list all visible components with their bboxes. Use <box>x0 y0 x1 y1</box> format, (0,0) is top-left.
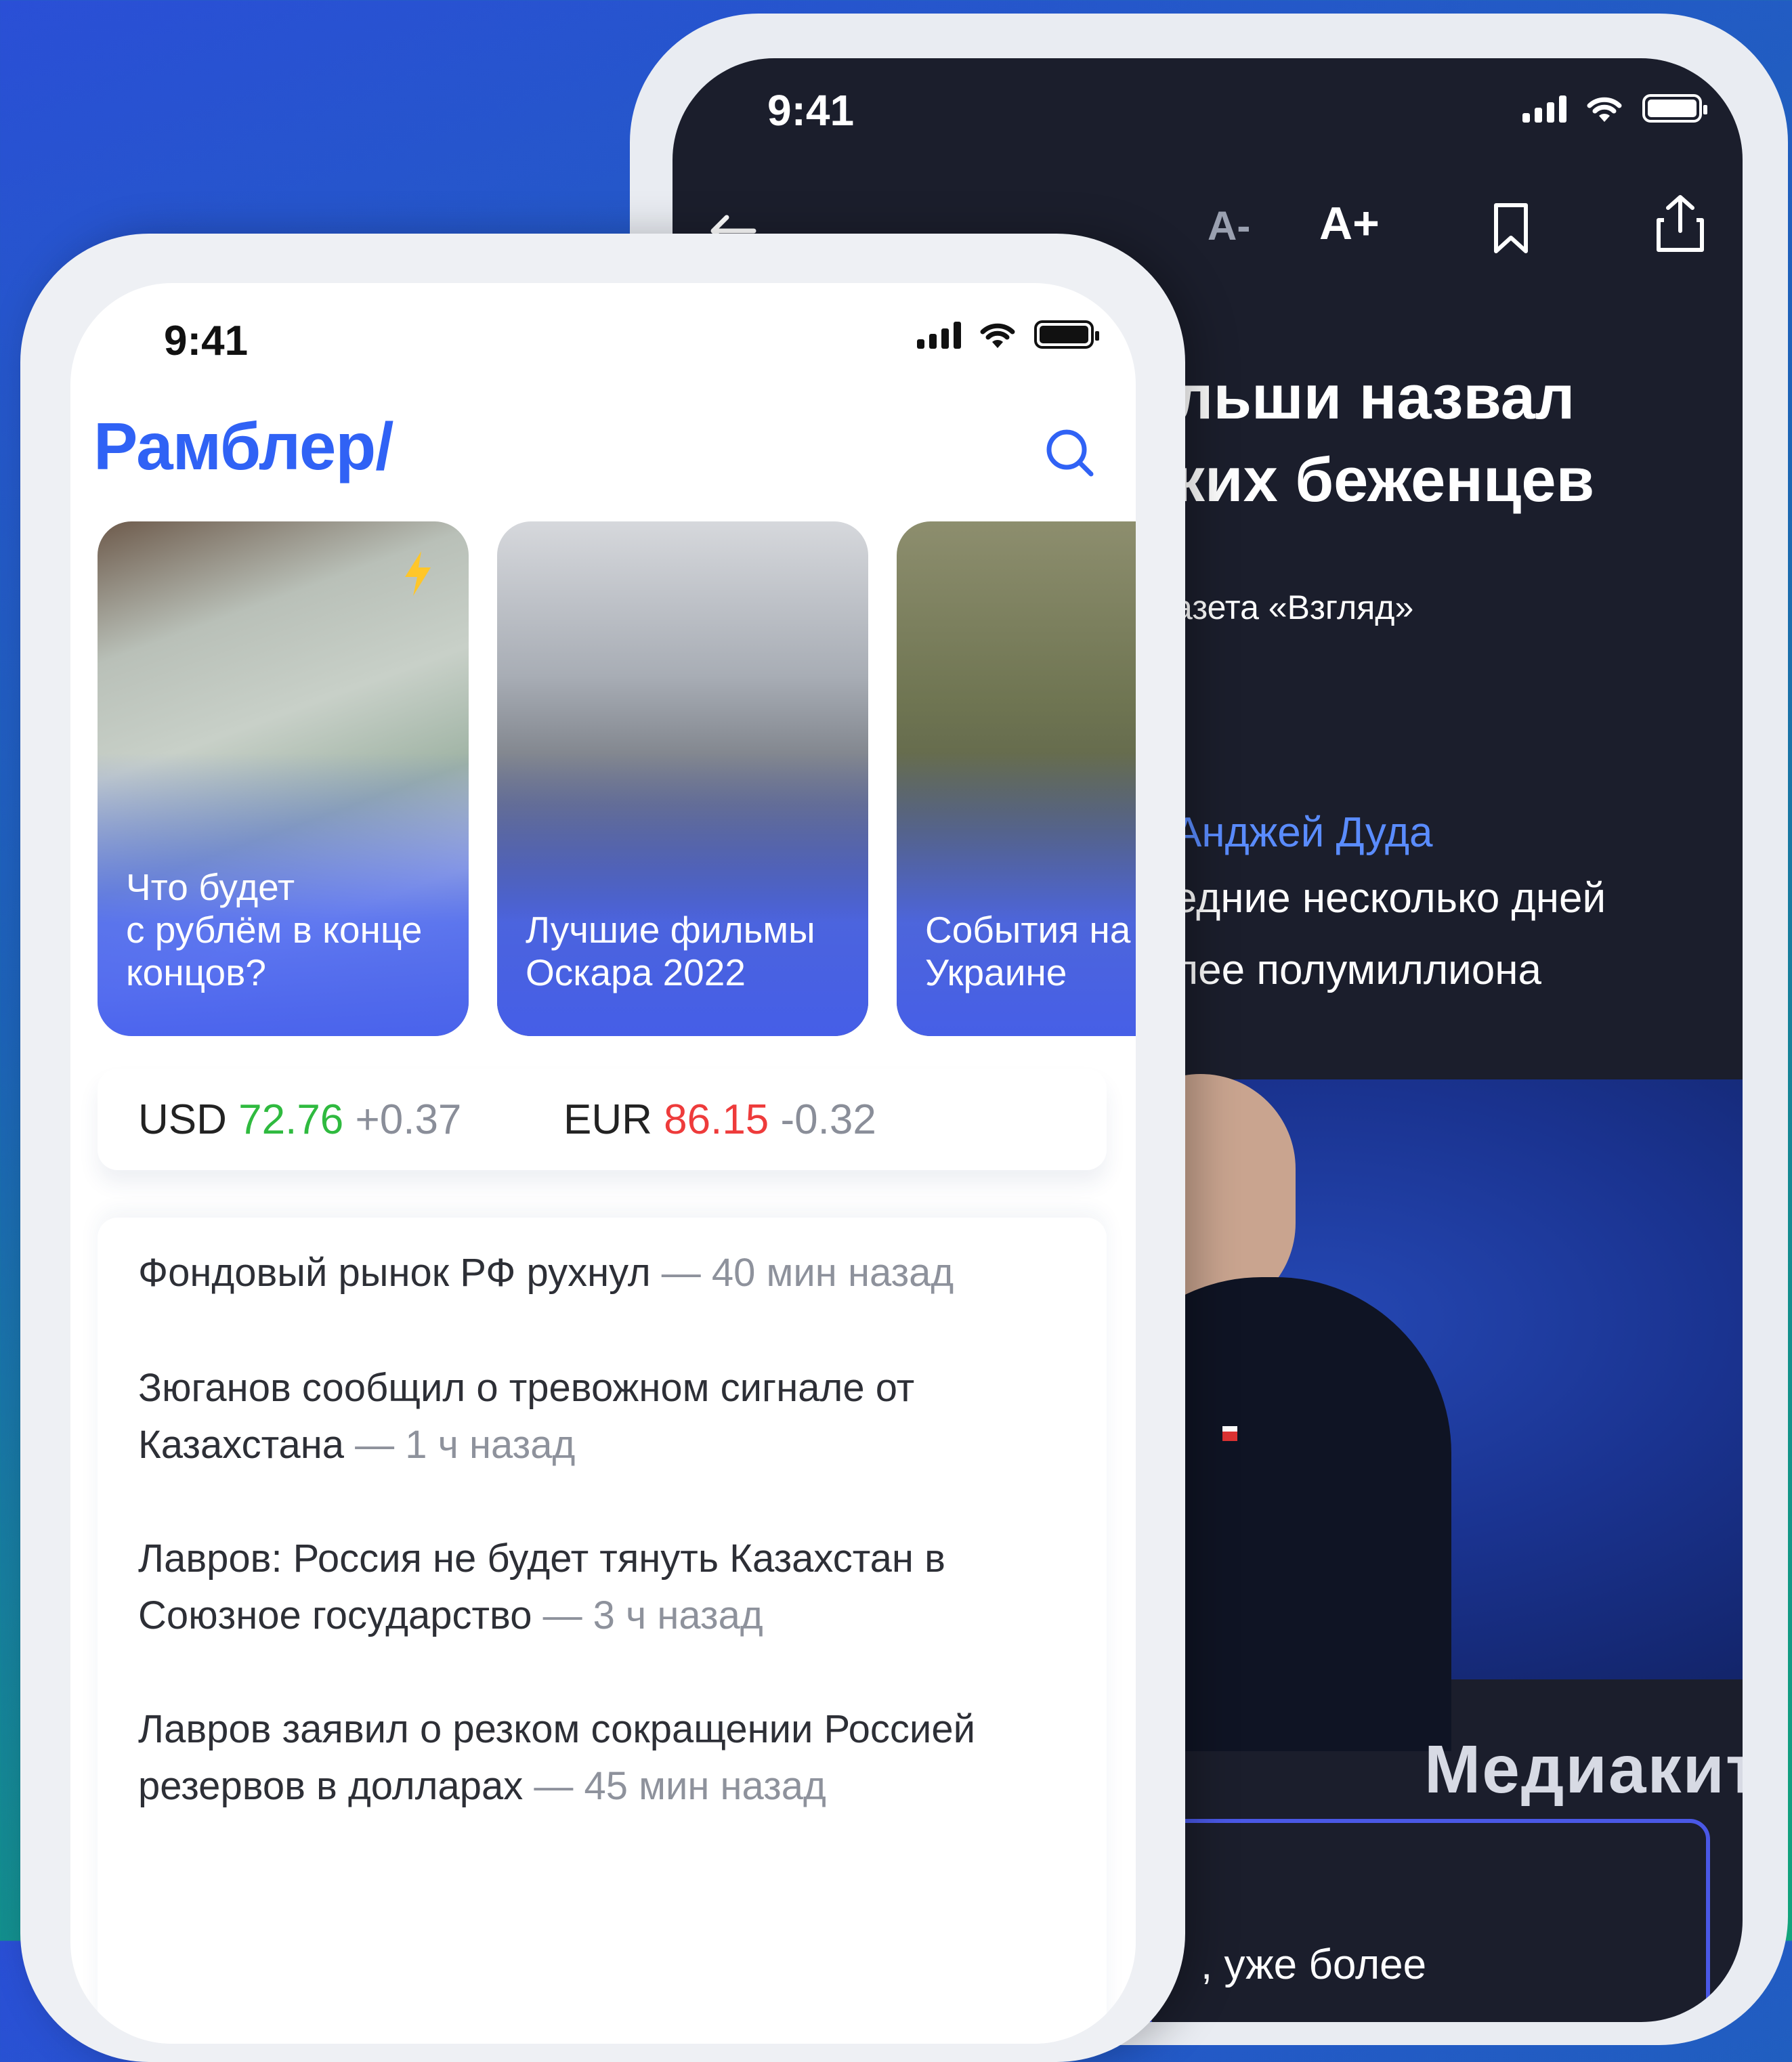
battery-icon <box>1642 94 1707 123</box>
rate-value: 72.76 <box>238 1096 344 1143</box>
rate-eur[interactable]: EUR 86.15 -0.32 <box>563 1096 876 1144</box>
wifi-icon <box>980 323 1015 348</box>
search-icon[interactable] <box>1042 425 1096 479</box>
news-feed-screen: 9:41 Рамблер/ Что будет с рублём в конце… <box>70 283 1136 2044</box>
status-icons <box>1522 93 1707 123</box>
story-caption: События на Украине <box>925 909 1131 993</box>
story-card-oscar[interactable]: Лучшие фильмы Оскара 2022 <box>497 521 868 1036</box>
stories-carousel[interactable]: Что будет с рублём в конце концов? Лучши… <box>98 521 1136 1036</box>
rate-change: -0.32 <box>780 1096 876 1143</box>
article-title: льши назвал ких беженцев <box>1174 363 1595 515</box>
article-source[interactable]: азета «Взгляд» <box>1174 588 1413 627</box>
wifi-icon <box>1587 97 1622 122</box>
article-paragraph: едние несколько дней лее полумиллиона <box>1174 875 1606 993</box>
article-author-link[interactable]: Анджей Дуда <box>1174 809 1433 857</box>
story-card-ukraine[interactable]: События на Украине <box>897 521 1136 1036</box>
article-bottom-text: , уже более <box>1201 1941 1427 1988</box>
flag-pin-icon <box>1222 1426 1237 1441</box>
news-list: Фондовый рынок РФ рухнул — 40 мин назад … <box>98 1218 1107 2044</box>
font-increase-button[interactable]: A+ <box>1319 197 1380 250</box>
lightning-icon <box>405 551 431 596</box>
share-icon[interactable] <box>1655 193 1706 254</box>
rate-value: 86.15 <box>664 1096 769 1143</box>
story-caption: Лучшие фильмы Оскара 2022 <box>526 909 815 993</box>
rate-usd[interactable]: USD 72.76 +0.37 <box>138 1096 461 1144</box>
status-icons <box>917 320 1099 349</box>
signal-icon <box>917 320 961 349</box>
story-caption: Что будет с рублём в конце концов? <box>126 866 423 993</box>
battery-icon <box>1034 320 1099 349</box>
signal-icon <box>1522 94 1566 123</box>
status-time: 9:41 <box>767 86 855 135</box>
font-decrease-button[interactable]: A- <box>1208 202 1250 249</box>
rate-currency: EUR <box>563 1096 652 1143</box>
news-title: Фондовый рынок РФ рухнул <box>138 1251 651 1295</box>
status-time: 9:41 <box>164 318 249 364</box>
rambler-logo[interactable]: Рамблер/ <box>93 408 393 485</box>
news-time: — 1 ч назад <box>344 1423 576 1467</box>
rate-change: +0.37 <box>355 1096 462 1143</box>
news-time: — 40 мин назад <box>650 1251 954 1295</box>
news-time: — 45 мин назад <box>523 1764 826 1808</box>
rate-currency: USD <box>138 1096 227 1143</box>
highlight-box <box>1147 1819 1710 2022</box>
news-item[interactable]: Фондовый рынок РФ рухнул — 40 мин назад <box>138 1245 1073 1302</box>
story-card-ruble[interactable]: Что будет с рублём в конце концов? <box>98 521 469 1036</box>
news-item[interactable]: Лавров заявил о резком сокращении Россие… <box>138 1701 1073 1815</box>
currency-rates-bar[interactable]: USD 72.76 +0.37 EUR 86.15 -0.32 <box>98 1069 1107 1170</box>
news-item[interactable]: Зюганов сообщил о тревожном сигнале от К… <box>138 1360 1073 1474</box>
news-item[interactable]: Лавров: Россия не будет тянуть Казахстан… <box>138 1530 1073 1644</box>
news-time: — 3 ч назад <box>532 1593 763 1637</box>
mediakit-label: Медиакит <box>1424 1732 1743 1807</box>
bookmark-icon[interactable] <box>1492 202 1530 254</box>
